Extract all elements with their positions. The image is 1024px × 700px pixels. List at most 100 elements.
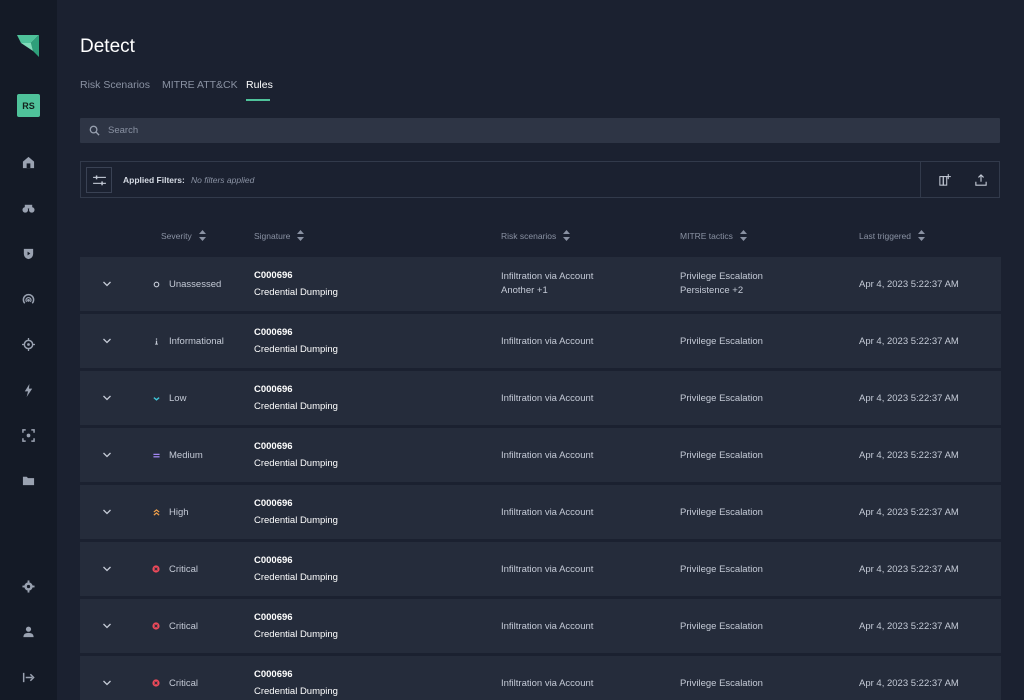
severity-critical-icon bbox=[152, 565, 160, 573]
tab-rules[interactable]: Rules bbox=[246, 79, 273, 91]
column-header-label: Risk scenarios bbox=[501, 230, 557, 241]
table-row[interactable]: Informational C000696 Credential Dumping… bbox=[80, 314, 1001, 368]
last-triggered: Apr 4, 2023 5:22:37 AM bbox=[859, 507, 959, 518]
sort-icon bbox=[563, 230, 571, 241]
logo-icon[interactable] bbox=[17, 33, 41, 57]
avatar[interactable]: RS bbox=[17, 94, 40, 117]
risk-scenario: Infiltration via Account bbox=[501, 336, 594, 347]
search-input[interactable] bbox=[108, 118, 988, 143]
last-triggered: Apr 4, 2023 5:22:37 AM bbox=[859, 336, 959, 347]
mitre-tactic: Privilege Escalation bbox=[680, 393, 763, 404]
chevron-down-icon[interactable] bbox=[102, 564, 112, 574]
mitre-tactic-more[interactable]: Persistence +2 bbox=[680, 285, 743, 296]
severity-label: Critical bbox=[169, 678, 199, 689]
add-column-icon[interactable] bbox=[937, 172, 953, 188]
lightning-icon[interactable] bbox=[20, 382, 36, 398]
last-triggered: Apr 4, 2023 5:22:37 AM bbox=[859, 621, 959, 632]
user-icon[interactable] bbox=[20, 623, 36, 639]
tab-mitre-attack[interactable]: MITRE ATT&CK bbox=[162, 79, 238, 91]
export-icon[interactable] bbox=[973, 172, 989, 188]
tab-risk-scenarios[interactable]: Risk Scenarios bbox=[80, 79, 150, 91]
search-icon bbox=[89, 125, 100, 136]
settings-icon[interactable] bbox=[20, 578, 36, 594]
filter-button[interactable] bbox=[86, 167, 112, 193]
applied-filters-label: Applied Filters: bbox=[123, 175, 185, 185]
column-header-label: MITRE tactics bbox=[680, 230, 733, 241]
risk-scenario: Infiltration via Account bbox=[501, 621, 594, 632]
table-row[interactable]: Critical C000696 Credential Dumping Infi… bbox=[80, 542, 1001, 596]
risk-scenario: Infiltration via Account bbox=[501, 393, 594, 404]
column-header-label: Signature bbox=[254, 230, 291, 241]
risk-scenario: Infiltration via Account bbox=[501, 564, 594, 575]
table-row[interactable]: Medium C000696 Credential Dumping Infilt… bbox=[80, 428, 1001, 482]
signature-id: C000696 bbox=[254, 384, 293, 395]
signature-id: C000696 bbox=[254, 555, 293, 566]
divider bbox=[920, 162, 921, 197]
signature-name: Credential Dumping bbox=[254, 629, 338, 640]
search-bar bbox=[80, 118, 1000, 143]
risk-scenario: Infiltration via Account bbox=[501, 507, 594, 518]
chevron-down-icon[interactable] bbox=[102, 678, 112, 688]
column-header-severity[interactable]: Severity bbox=[161, 230, 206, 241]
scan-icon[interactable] bbox=[20, 427, 36, 443]
risk-scenario: Infiltration via Account bbox=[501, 678, 594, 689]
chevron-down-icon[interactable] bbox=[102, 279, 112, 289]
severity-high-icon bbox=[152, 508, 160, 516]
logout-icon[interactable] bbox=[20, 669, 36, 685]
table-row[interactable]: Unassessed C000696 Credential Dumping In… bbox=[80, 257, 1001, 311]
table-row[interactable]: Low C000696 Credential Dumping Infiltrat… bbox=[80, 371, 1001, 425]
severity-label: Medium bbox=[169, 450, 203, 461]
severity-informational-icon bbox=[152, 337, 160, 345]
table-row[interactable]: Critical C000696 Credential Dumping Infi… bbox=[80, 656, 1001, 700]
signature-id: C000696 bbox=[254, 327, 293, 338]
binoculars-icon[interactable] bbox=[20, 200, 36, 216]
severity-label: Low bbox=[169, 393, 187, 404]
active-tab-indicator bbox=[246, 99, 270, 101]
mitre-tactic: Privilege Escalation bbox=[680, 678, 763, 689]
sort-icon bbox=[739, 230, 747, 241]
mitre-tactic: Privilege Escalation bbox=[680, 621, 763, 632]
chevron-down-icon[interactable] bbox=[102, 621, 112, 631]
home-icon[interactable] bbox=[20, 154, 36, 170]
folder-icon[interactable] bbox=[20, 472, 36, 488]
table-row[interactable]: High C000696 Credential Dumping Infiltra… bbox=[80, 485, 1001, 539]
last-triggered: Apr 4, 2023 5:22:37 AM bbox=[859, 678, 959, 689]
chevron-down-icon[interactable] bbox=[102, 336, 112, 346]
signature-id: C000696 bbox=[254, 441, 293, 452]
filter-bar: Applied Filters: No filters applied bbox=[80, 161, 1000, 198]
sliders-icon bbox=[92, 174, 106, 185]
column-header-last-triggered[interactable]: Last triggered bbox=[859, 230, 925, 241]
table-row[interactable]: Critical C000696 Credential Dumping Infi… bbox=[80, 599, 1001, 653]
signature-name: Credential Dumping bbox=[254, 458, 338, 469]
signature-name: Credential Dumping bbox=[254, 344, 338, 355]
page-title: Detect bbox=[80, 36, 135, 57]
risk-scenario-more[interactable]: Another +1 bbox=[501, 285, 548, 296]
risk-scenario: Infiltration via Account bbox=[501, 450, 594, 461]
mitre-tactic: Privilege Escalation bbox=[680, 271, 763, 282]
broadcast-icon[interactable] bbox=[20, 291, 36, 307]
signature-id: C000696 bbox=[254, 270, 293, 281]
target-icon[interactable] bbox=[20, 336, 36, 352]
severity-label: Informational bbox=[169, 336, 224, 347]
last-triggered: Apr 4, 2023 5:22:37 AM bbox=[859, 393, 959, 404]
severity-critical-icon bbox=[152, 679, 160, 687]
last-triggered: Apr 4, 2023 5:22:37 AM bbox=[859, 279, 959, 290]
severity-label: High bbox=[169, 507, 189, 518]
column-header-signature[interactable]: Signature bbox=[254, 230, 305, 241]
mitre-tactic: Privilege Escalation bbox=[680, 336, 763, 347]
mitre-tactic: Privilege Escalation bbox=[680, 507, 763, 518]
signature-name: Credential Dumping bbox=[254, 401, 338, 412]
column-header-label: Last triggered bbox=[859, 230, 911, 241]
column-header-risk-scenarios[interactable]: Risk scenarios bbox=[501, 230, 571, 241]
last-triggered: Apr 4, 2023 5:22:37 AM bbox=[859, 450, 959, 461]
signature-name: Credential Dumping bbox=[254, 515, 338, 526]
applied-filters-value: No filters applied bbox=[191, 175, 255, 185]
chevron-down-icon[interactable] bbox=[102, 507, 112, 517]
shield-icon[interactable] bbox=[20, 245, 36, 261]
severity-critical-icon bbox=[152, 622, 160, 630]
last-triggered: Apr 4, 2023 5:22:37 AM bbox=[859, 564, 959, 575]
chevron-down-icon[interactable] bbox=[102, 393, 112, 403]
chevron-down-icon[interactable] bbox=[102, 450, 112, 460]
column-header-mitre-tactics[interactable]: MITRE tactics bbox=[680, 230, 747, 241]
column-header-label: Severity bbox=[161, 230, 192, 241]
